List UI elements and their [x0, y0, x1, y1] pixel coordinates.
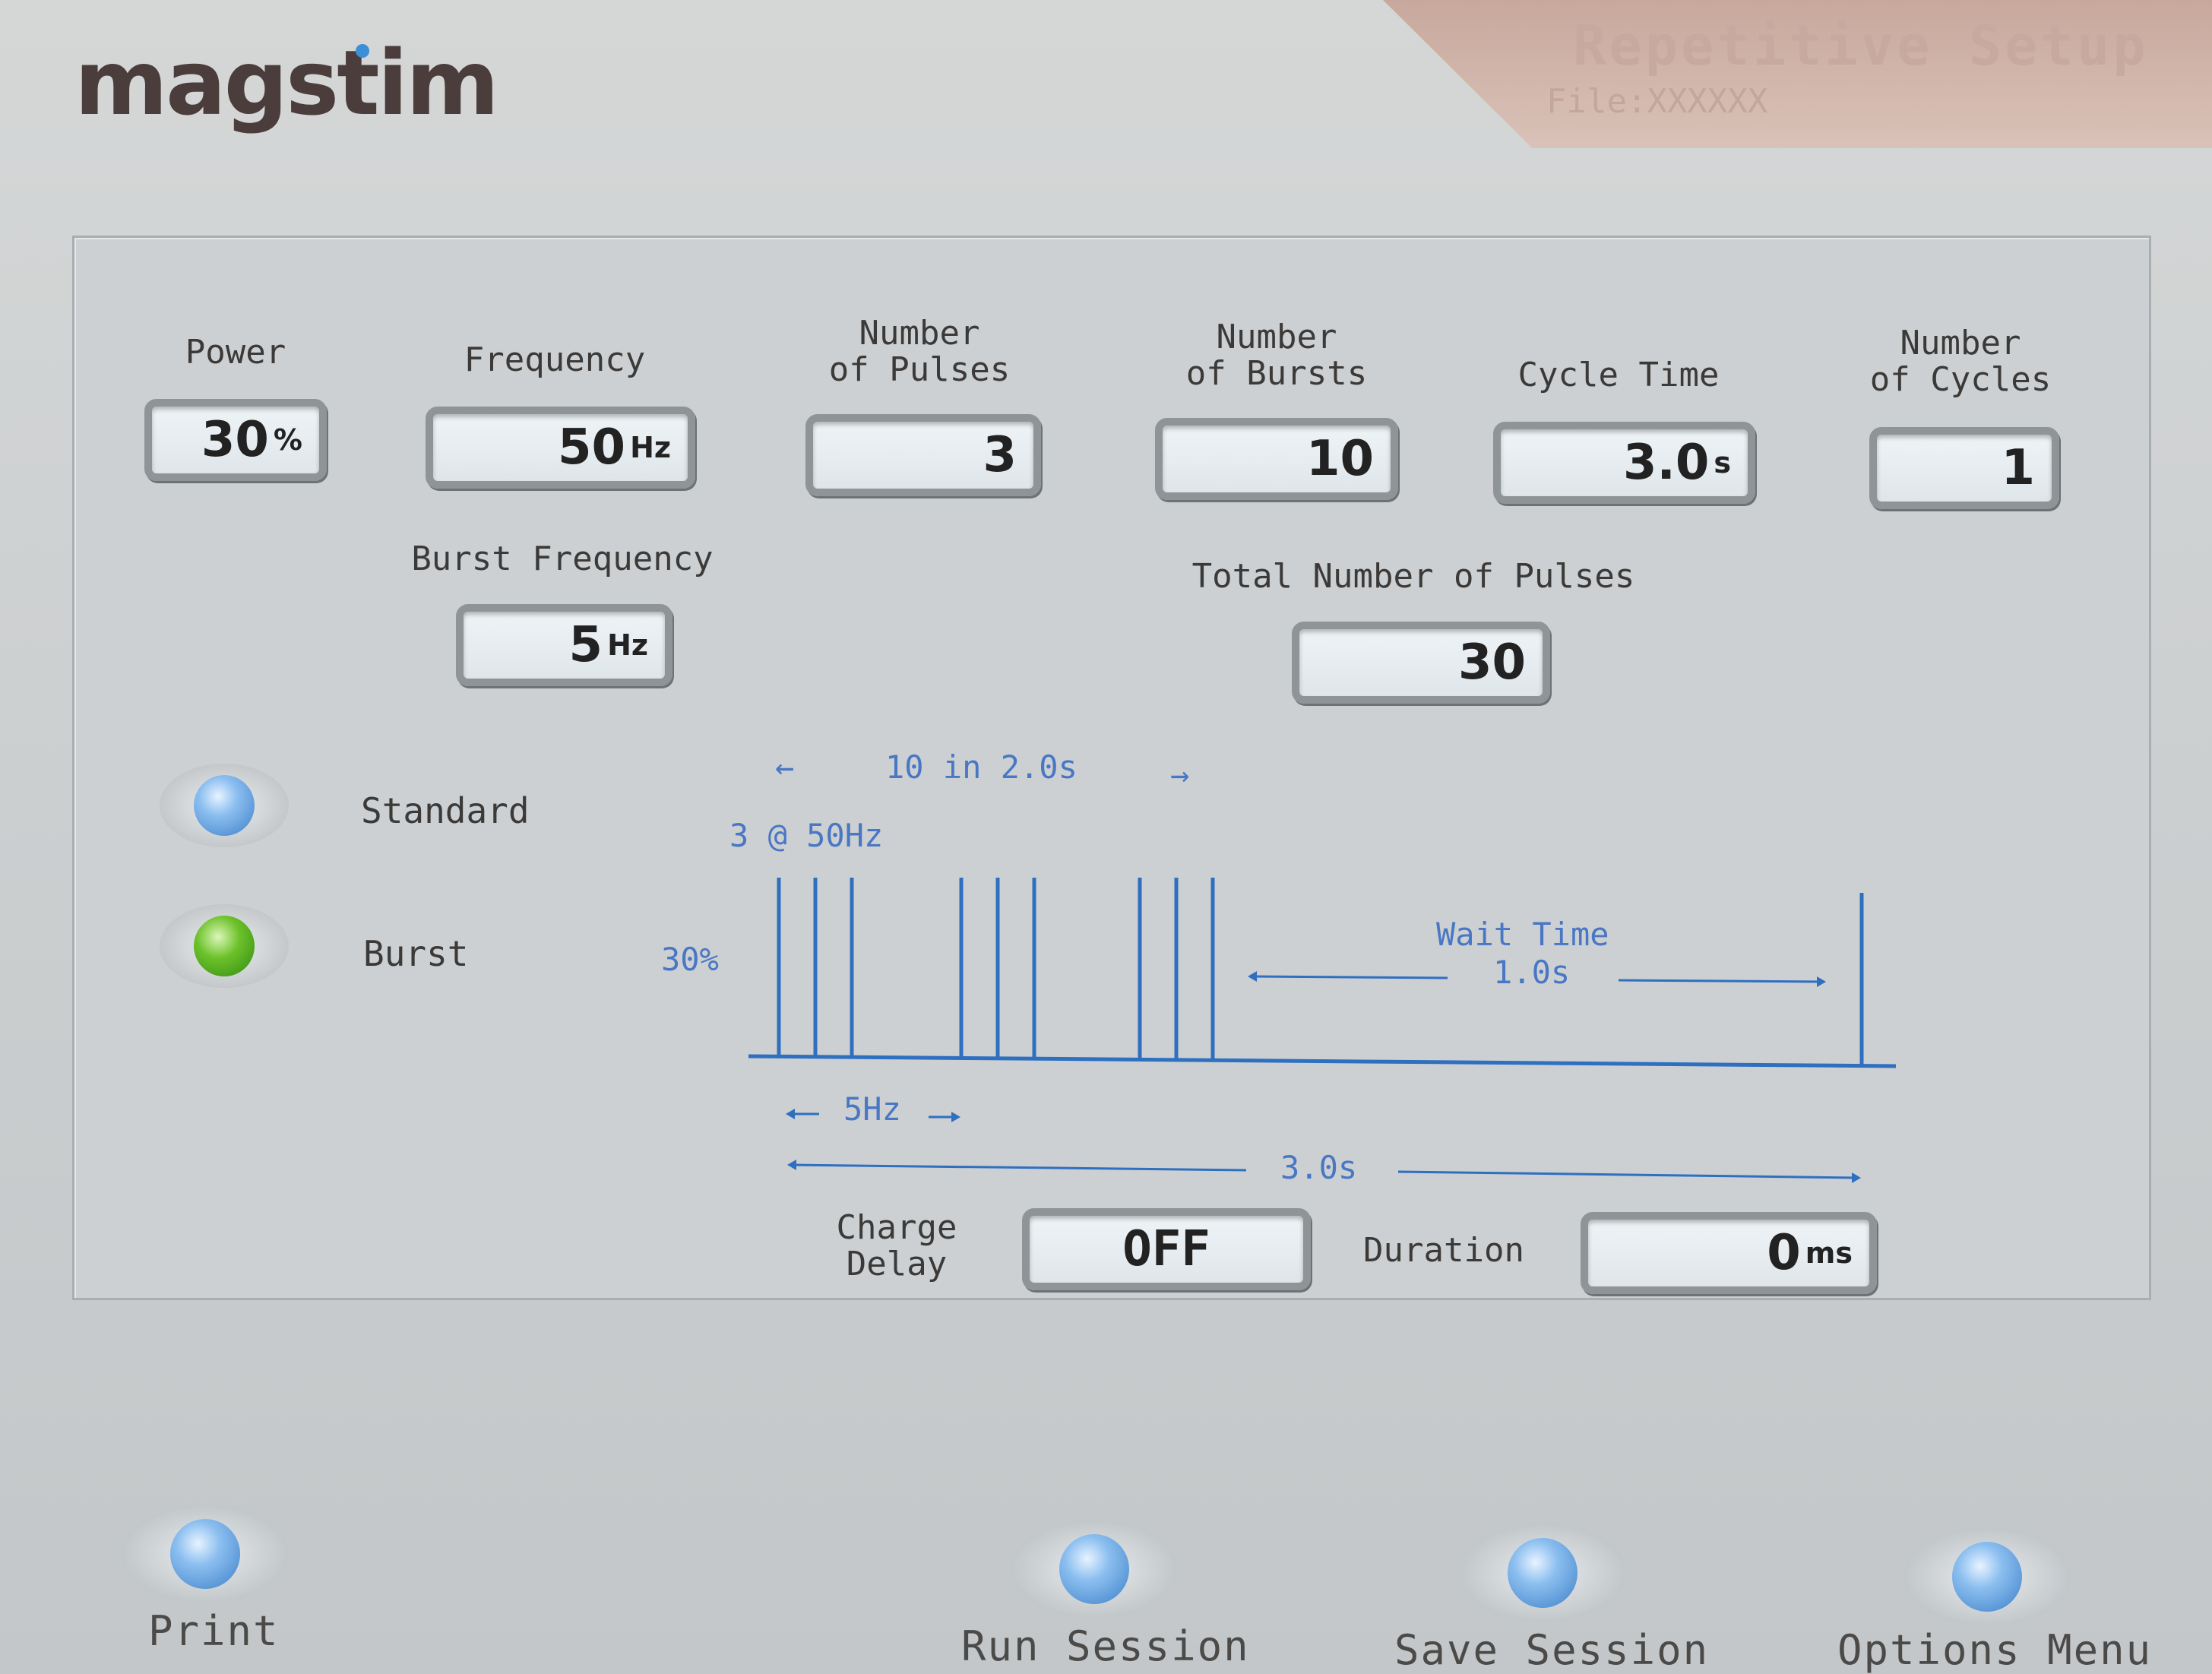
screen: magstim Repetitive Setup File:XXXXXX Pow… — [0, 0, 2212, 1674]
power-unit: % — [273, 423, 302, 457]
frequency-label: Frequency — [464, 340, 646, 379]
burst-freq-right-arrow-icon — [951, 1112, 960, 1122]
options-menu-label: Options Menu — [1837, 1626, 2153, 1674]
duration-value: 0 — [1767, 1225, 1801, 1281]
cycle-time-right-arrow-icon — [1852, 1172, 1861, 1183]
duration-label: Duration — [1363, 1231, 1524, 1270]
standard-mode-radio[interactable] — [160, 764, 289, 847]
wait-time-right-arrow-line — [1618, 979, 1824, 983]
burst-frequency-label: Burst Frequency — [411, 540, 714, 578]
frequency-value: 50 — [558, 419, 626, 476]
diagram-baseline — [748, 1054, 1897, 1068]
num-bursts-value: 10 — [1305, 431, 1374, 487]
burst-indicator-icon — [194, 916, 255, 976]
num-cycles-field[interactable]: 1 — [1869, 427, 2059, 509]
print-button[interactable] — [122, 1505, 289, 1603]
total-pulses-label: Total Number of Pulses — [1191, 557, 1635, 596]
logo-dot-icon — [356, 44, 369, 58]
save-session-indicator-icon — [1508, 1538, 1578, 1608]
burst-mode-label: Burst — [363, 933, 469, 974]
cycle-time-left-arrow-icon — [787, 1160, 796, 1170]
duration-field[interactable]: 0 ms — [1581, 1212, 1877, 1294]
charge-delay-label: Charge Delay — [836, 1208, 957, 1283]
cycle-time-unit: s — [1714, 446, 1731, 479]
options-menu-button[interactable] — [1903, 1527, 2071, 1626]
power-value: 30 — [201, 412, 269, 468]
standard-mode-label: Standard — [361, 790, 530, 831]
total-pulses-value: 30 — [1457, 634, 1526, 691]
wait-time-right-arrow-icon — [1817, 976, 1826, 987]
train-left-arrow-icon: ← — [775, 748, 795, 786]
print-label: Print — [148, 1607, 280, 1655]
power-diagram-text: 30% — [661, 941, 719, 978]
cycle-time-right-arrow-line — [1397, 1170, 1859, 1179]
frequency-field[interactable]: 50 Hz — [426, 407, 695, 489]
page-title: Repetitive Setup — [1573, 14, 2149, 78]
standard-indicator-icon — [194, 775, 255, 836]
pulse-diagram — [748, 878, 1897, 1183]
run-session-label: Run Session — [961, 1622, 1250, 1670]
power-field[interactable]: 30% — [144, 399, 327, 481]
print-indicator-icon — [170, 1519, 240, 1589]
options-menu-indicator-icon — [1952, 1542, 2022, 1612]
num-cycles-value: 1 — [2001, 440, 2035, 496]
num-cycles-label: Number of Cycles — [1869, 324, 2052, 399]
num-pulses-field[interactable]: 3 — [805, 414, 1041, 496]
cycle-time-left-arrow-line — [790, 1163, 1247, 1172]
total-pulses-field: 30 — [1292, 622, 1550, 704]
burst-freq-left-arrow-icon — [786, 1109, 795, 1119]
num-pulses-value: 3 — [983, 427, 1017, 483]
run-session-button[interactable] — [1011, 1520, 1178, 1619]
cycle-time-label: Cycle Time — [1517, 356, 1720, 394]
duration-unit: ms — [1805, 1236, 1853, 1270]
burst-frequency-value: 5 — [568, 617, 603, 673]
frequency-unit: Hz — [630, 431, 671, 464]
num-bursts-field[interactable]: 10 — [1155, 418, 1398, 500]
charge-delay-field[interactable]: OFF — [1022, 1208, 1311, 1290]
file-name: File:XXXXXX — [1546, 82, 1768, 121]
save-session-button[interactable] — [1459, 1524, 1626, 1622]
train-text: 10 in 2.0s — [885, 748, 1078, 786]
num-bursts-label: Number of Bursts — [1185, 318, 1368, 393]
magstim-logo: magstim — [74, 30, 499, 135]
burst-frequency-unit: Hz — [607, 628, 648, 662]
power-label: Power — [185, 333, 286, 372]
num-pulses-label: Number of Pulses — [828, 314, 1011, 389]
wait-time-left-arrow-icon — [1248, 971, 1257, 982]
burst-frequency-field[interactable]: 5 Hz — [456, 604, 672, 686]
cycle-time-value: 3.0 — [1623, 435, 1710, 491]
train-right-arrow-icon: → — [1170, 756, 1190, 793]
charge-delay-value: OFF — [1122, 1221, 1210, 1277]
burst-mode-radio[interactable] — [160, 904, 289, 988]
save-session-label: Save Session — [1394, 1626, 1710, 1674]
wait-time-left-arrow-line — [1249, 975, 1448, 979]
cycle-time-field[interactable]: 3.0 s — [1493, 422, 1755, 504]
run-session-indicator-icon — [1059, 1534, 1129, 1604]
